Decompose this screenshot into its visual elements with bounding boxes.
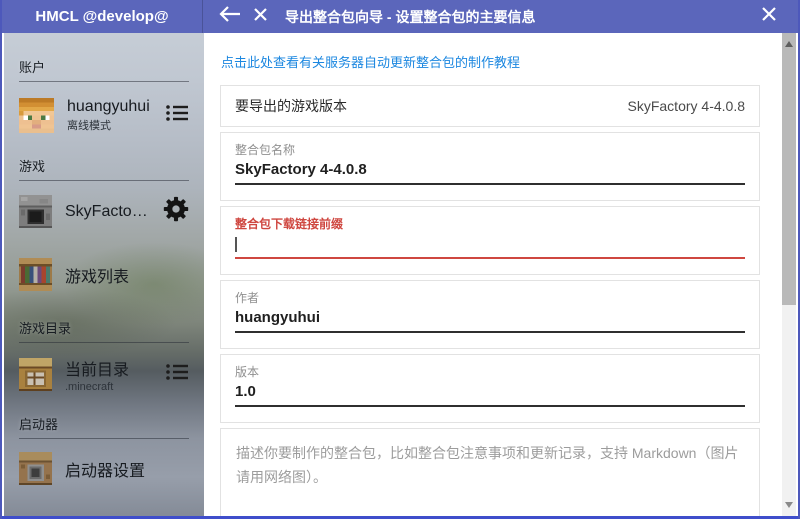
description-textarea[interactable]: 描述你要制作的整合包，比如整合包注意事项和更新记录，支持 Markdown（图片…: [220, 428, 760, 516]
current-directory-label: 当前目录: [65, 356, 129, 380]
close-window-button[interactable]: [754, 0, 784, 33]
divider: [19, 81, 189, 82]
divider: [19, 180, 189, 181]
scrollbar-thumb[interactable]: [782, 33, 796, 305]
field-version-label: 版本: [235, 363, 745, 380]
account-name: huangyuhui: [67, 98, 150, 116]
game-version-row-label: 要导出的游戏版本: [235, 96, 347, 116]
sidebar-header-account: 账户: [4, 57, 204, 76]
game-settings-button[interactable]: [163, 196, 189, 227]
field-version: 版本 1.0: [220, 354, 760, 423]
text-cursor: [235, 237, 237, 252]
sidebar-item-game-version[interactable]: SkyFactor…: [4, 186, 204, 237]
sidebar: 账户: [4, 33, 204, 516]
scroll-up-button[interactable]: [782, 37, 796, 51]
sidebar-header-game: 游戏: [4, 156, 204, 175]
sidebar-item-account[interactable]: huangyuhui 离线模式: [4, 89, 204, 142]
back-button[interactable]: [215, 0, 245, 33]
field-version-input[interactable]: 1.0: [235, 383, 745, 407]
sidebar-item-launcher-settings[interactable]: 启动器设置: [4, 443, 204, 494]
game-list-label: 游戏列表: [65, 263, 129, 287]
menu-list-icon: [165, 362, 189, 387]
bookshelf-icon: [19, 258, 52, 291]
field-modpack-name: 整合包名称 SkyFactory 4-4.0.8: [220, 132, 760, 201]
field-download-url-prefix: 整合包下载链接前缀: [220, 206, 760, 275]
gear-icon: [163, 196, 189, 227]
minimize-button[interactable]: [724, 0, 754, 33]
launcher-settings-label: 启动器设置: [65, 457, 145, 481]
dropper-icon: [19, 452, 52, 485]
field-author-label: 作者: [235, 289, 745, 306]
sidebar-header-launcher: 启动器: [4, 414, 204, 433]
titlebar-main: 导出整合包向导 - 设置整合包的主要信息: [203, 0, 798, 33]
app-title: HMCL @develop@: [2, 0, 202, 33]
game-version-label: SkyFactor…: [65, 203, 150, 221]
crafting-table-icon: [19, 358, 52, 391]
description-placeholder: 描述你要制作的整合包，比如整合包注意事项和更新记录，支持 Markdown（图片…: [236, 442, 744, 490]
app-window: HMCL @develop@ 导出整合包向导 - 设置整合包的主要信息: [0, 0, 800, 519]
account-menu-button[interactable]: [165, 103, 189, 128]
back-icon: [219, 5, 241, 28]
scroll-down-button[interactable]: [782, 498, 796, 512]
scroll-down-icon: [785, 502, 793, 508]
close-wizard-icon: [253, 7, 268, 27]
titlebar: HMCL @develop@ 导出整合包向导 - 设置整合包的主要信息: [2, 0, 798, 33]
scrollbar[interactable]: [782, 33, 796, 516]
page-title: 导出整合包向导 - 设置整合包的主要信息: [285, 7, 535, 27]
field-download-url-prefix-input[interactable]: [235, 235, 745, 259]
game-version-row: 要导出的游戏版本 SkyFactory 4-4.0.8: [220, 85, 760, 127]
close-wizard-button[interactable]: [245, 0, 275, 33]
scroll-up-icon: [785, 41, 793, 47]
avatar: [19, 98, 54, 133]
close-icon: [761, 6, 777, 27]
furnace-icon: [19, 195, 52, 228]
tutorial-link[interactable]: 点击此处查看有关服务器自动更新整合包的制作教程: [221, 52, 520, 71]
field-author: 作者 huangyuhui: [220, 280, 760, 349]
field-author-input[interactable]: huangyuhui: [235, 309, 745, 333]
main-content: 点击此处查看有关服务器自动更新整合包的制作教程 要导出的游戏版本 SkyFact…: [204, 33, 796, 516]
current-directory-path: .minecraft: [65, 381, 129, 393]
directory-menu-button[interactable]: [165, 362, 189, 387]
account-mode: 离线模式: [67, 117, 150, 133]
divider: [19, 438, 189, 439]
sidebar-item-current-directory[interactable]: 当前目录 .minecraft: [4, 347, 204, 402]
menu-list-icon: [165, 103, 189, 128]
sidebar-item-game-list[interactable]: 游戏列表: [4, 249, 204, 300]
field-modpack-name-input[interactable]: SkyFactory 4-4.0.8: [235, 161, 745, 185]
game-version-row-value: SkyFactory 4-4.0.8: [628, 98, 746, 114]
divider: [19, 342, 189, 343]
field-modpack-name-label: 整合包名称: [235, 141, 745, 158]
sidebar-header-directory: 游戏目录: [4, 318, 204, 337]
field-download-url-prefix-label: 整合包下载链接前缀: [235, 215, 745, 232]
